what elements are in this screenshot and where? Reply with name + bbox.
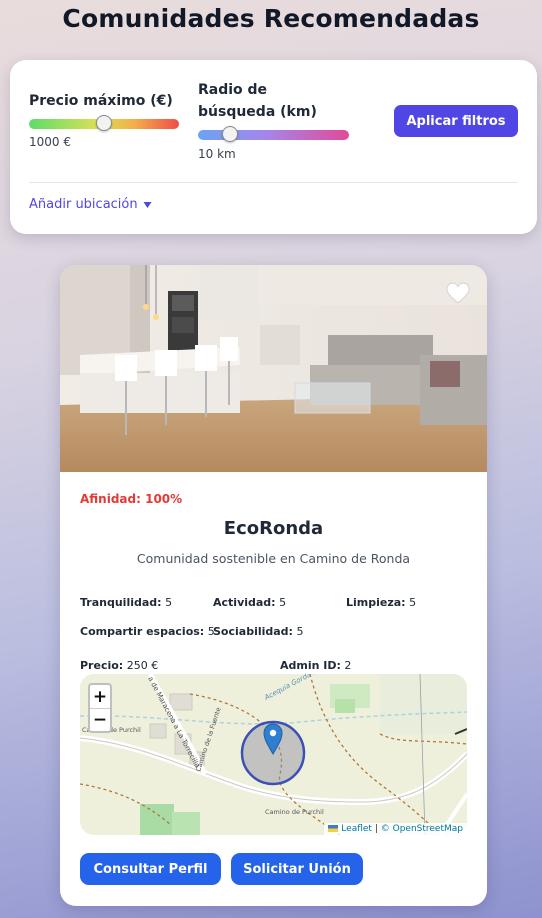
stat-value: 5 xyxy=(165,596,173,609)
stat-actividad: Actividad: 5 xyxy=(213,596,286,609)
community-admin-id: Admin ID: 2 xyxy=(280,659,351,672)
heart-outline-icon[interactable] xyxy=(444,279,472,307)
stat-value: 5 xyxy=(296,625,304,638)
admin-label: Admin ID: xyxy=(280,659,341,672)
consult-profile-button[interactable]: Consultar Perfil xyxy=(80,853,221,885)
map-attribution: Leaflet | © OpenStreetMap xyxy=(324,823,467,835)
community-price: Precio: 250 € xyxy=(80,659,158,672)
stat-compartir-espacios: Compartir espacios: 5 xyxy=(80,625,215,638)
stat-value: 5 xyxy=(279,596,287,609)
ukraine-flag-icon xyxy=(328,825,339,832)
price-label: Precio: xyxy=(80,659,124,672)
stat-tranquilidad: Tranquilidad: 5 xyxy=(80,596,172,609)
stat-label: Sociabilidad: xyxy=(213,625,293,638)
map-road-label: Camino de Purchil xyxy=(265,808,324,816)
price-slider[interactable] xyxy=(29,115,179,131)
stat-limpieza: Limpieza: 5 xyxy=(346,596,416,609)
add-location-label: Añadir ubicación xyxy=(29,197,138,212)
radius-filter-value: 10 km xyxy=(198,147,236,161)
stat-label: Compartir espacios: xyxy=(80,625,205,638)
stat-label: Actividad: xyxy=(213,596,276,609)
price-slider-handle[interactable] xyxy=(96,115,112,131)
location-map[interactable]: a de Maracena a La Torrecilla Acequia Go… xyxy=(80,674,467,835)
stat-value: 5 xyxy=(409,596,417,609)
zoom-out-button[interactable]: − xyxy=(90,708,110,731)
caret-down-icon xyxy=(143,201,152,208)
stat-label: Limpieza: xyxy=(346,596,406,609)
community-photo xyxy=(60,265,487,472)
openstreetmap-link[interactable]: © OpenStreetMap xyxy=(381,824,463,834)
community-card: Afinidad: 100% EcoRonda Comunidad sosten… xyxy=(60,265,487,906)
radius-filter-label: Radio de búsqueda (km) xyxy=(198,82,317,120)
admin-value: 2 xyxy=(344,659,352,672)
request-join-button[interactable]: Solicitar Unión xyxy=(231,853,363,885)
apply-filters-button[interactable]: Aplicar filtros xyxy=(394,105,518,137)
filter-divider xyxy=(29,182,518,183)
price-filter-value: 1000 € xyxy=(29,135,71,149)
filter-panel: Precio máximo (€) 1000 € Radio de búsque… xyxy=(10,60,537,234)
stat-label: Tranquilidad: xyxy=(80,596,162,609)
radius-slider-handle[interactable] xyxy=(222,126,238,142)
community-description: Comunidad sostenible en Camino de Ronda xyxy=(136,551,411,566)
zoom-in-button[interactable]: + xyxy=(90,685,110,708)
map-tiles: a de Maracena a La Torrecilla Acequia Go… xyxy=(80,674,467,835)
leaflet-link[interactable]: Leaflet xyxy=(341,824,372,834)
stat-sociabilidad: Sociabilidad: 5 xyxy=(213,625,303,638)
attribution-separator: | xyxy=(374,824,378,834)
community-name: EcoRonda xyxy=(223,518,324,539)
add-location-toggle[interactable]: Añadir ubicación xyxy=(29,197,152,212)
map-zoom-control: + − xyxy=(88,683,112,733)
affinity-score: Afinidad: 100% xyxy=(80,492,183,506)
radius-slider[interactable] xyxy=(198,126,349,142)
page-title: Comunidades Recomendadas xyxy=(62,4,480,33)
price-value: 250 € xyxy=(126,659,159,672)
price-filter-label: Precio máximo (€) xyxy=(29,93,173,109)
